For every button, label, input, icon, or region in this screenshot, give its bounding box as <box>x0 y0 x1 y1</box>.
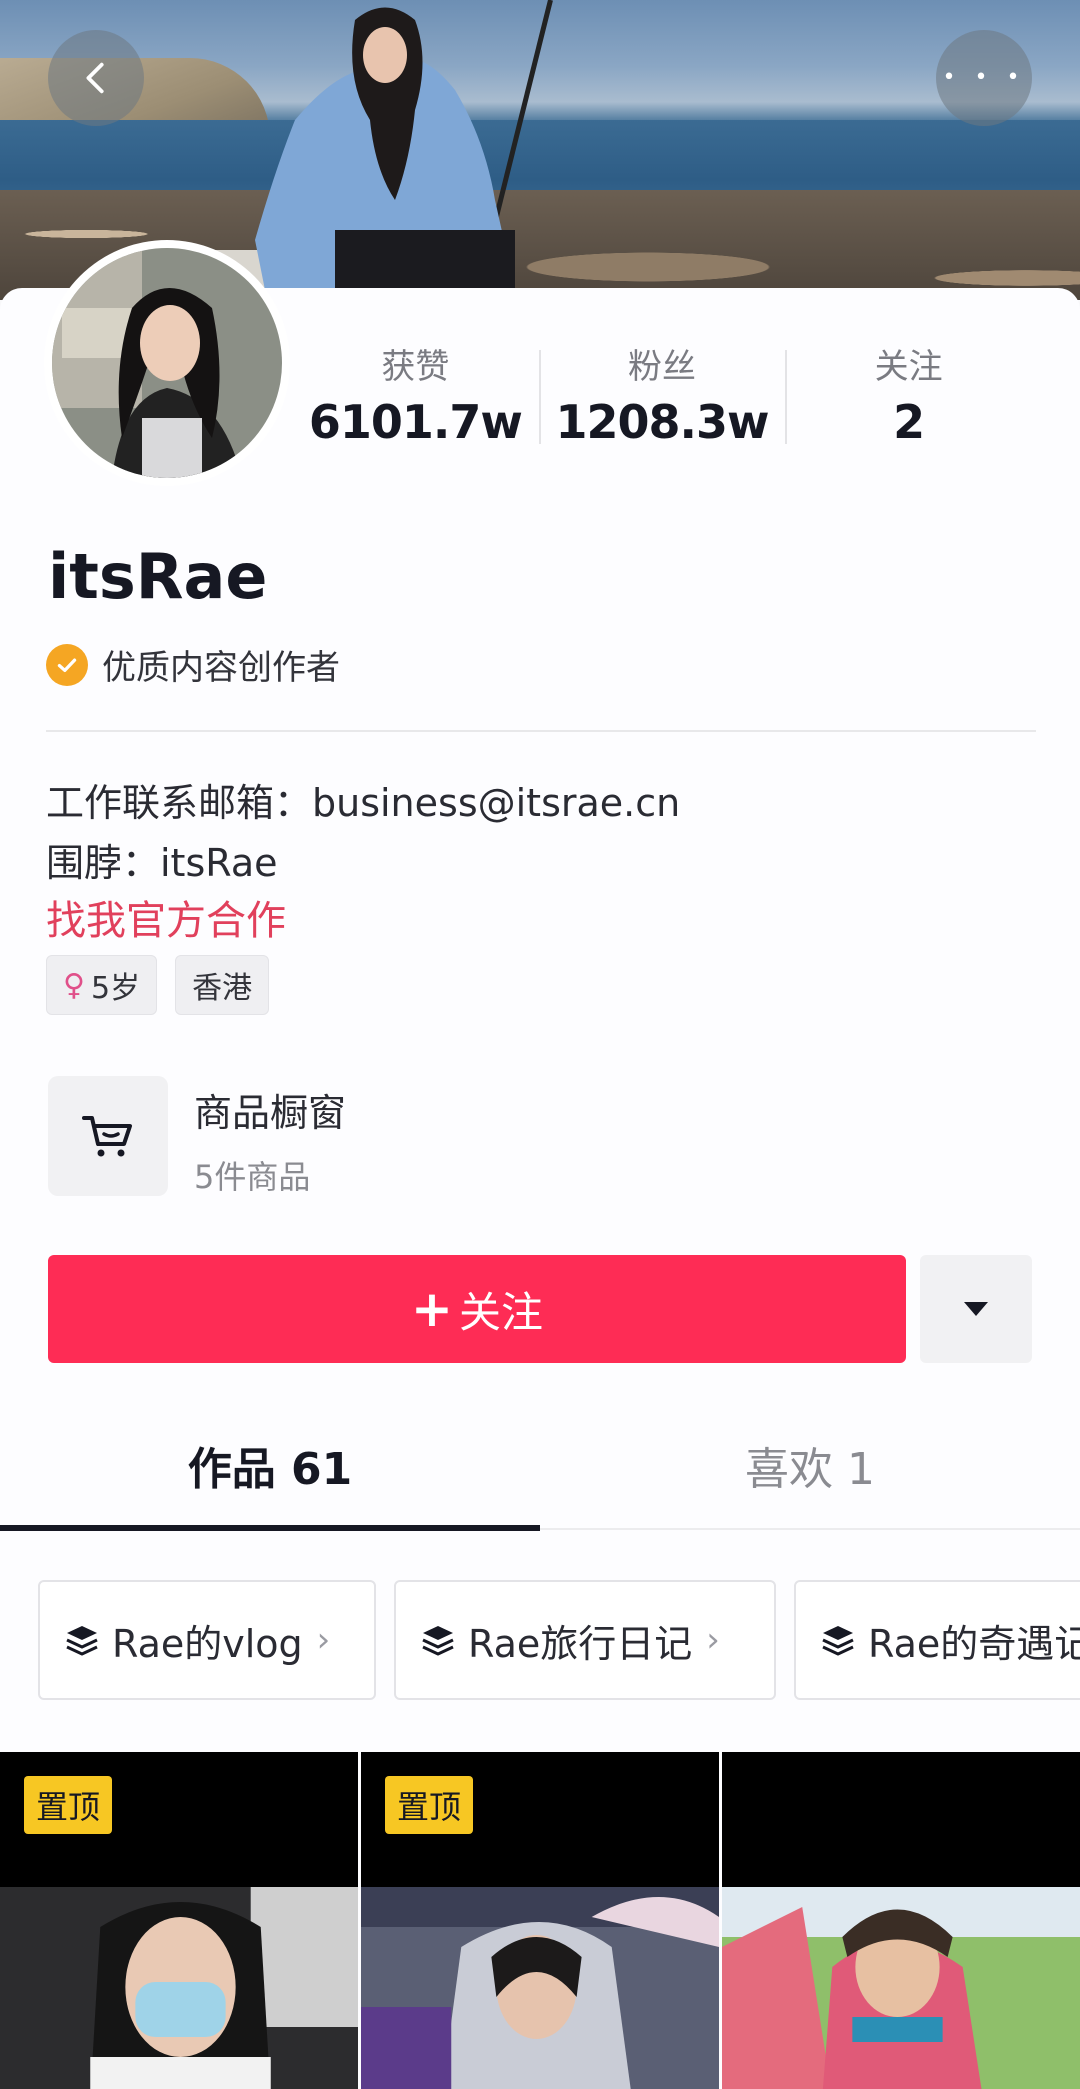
chevron-right-icon: › <box>316 1620 331 1660</box>
creator-badge[interactable]: 优质内容创作者 <box>46 640 340 689</box>
follow-button-label: 关注 <box>458 1287 543 1337</box>
profile-name: itsRae <box>48 540 268 613</box>
collections-row: Rae的vlog › Rae旅行日记 › Rae的奇遇记 <box>38 1580 1080 1700</box>
shop-window-title[interactable]: 商品橱窗 <box>194 1082 346 1137</box>
shop-window-count: 5件商品 <box>194 1158 311 1196</box>
bio-email: 工作联系邮箱：business@itsrae.cn <box>46 781 681 825</box>
tab-likes[interactable]: 喜欢 1 <box>540 1420 1080 1528</box>
creator-badge-label: 优质内容创作者 <box>102 648 340 688</box>
video-grid: 置顶 置顶 <box>0 1752 1080 2089</box>
collection-label: Rae的vlog <box>112 1621 303 1666</box>
stat-followers[interactable]: 粉丝 1208.3w <box>538 342 786 462</box>
stat-following-value: 2 <box>893 395 925 449</box>
location-tag: 香港 <box>175 955 270 1015</box>
plus-icon: + <box>411 1280 453 1338</box>
stats-bar: 获赞 6101.7w 粉丝 1208.3w 关注 2 <box>292 342 1032 462</box>
cooperation-link[interactable]: 找我官方合作 <box>46 888 286 946</box>
stat-likes[interactable]: 获赞 6101.7w <box>292 342 539 462</box>
age-tag: ♀ 5岁 <box>46 955 158 1015</box>
layers-icon <box>422 1626 454 1656</box>
stat-likes-label: 获赞 <box>381 347 450 387</box>
stat-followers-value: 1208.3w <box>555 395 770 449</box>
collection-label: Rae的奇遇记 <box>868 1621 1080 1666</box>
collection-label: Rae旅行日记 <box>468 1621 693 1666</box>
video-thumbnail[interactable]: 置顶 <box>361 1752 719 2089</box>
avatar-photo <box>52 248 282 478</box>
layers-icon <box>822 1626 854 1656</box>
collection-rae-adventures[interactable]: Rae的奇遇记 <box>794 1580 1080 1700</box>
stat-likes-value: 6101.7w <box>308 395 523 449</box>
cover-person <box>255 7 515 290</box>
shop-window-icon-box[interactable] <box>48 1076 168 1196</box>
triangle-down-icon <box>964 1302 988 1316</box>
verified-check-icon <box>46 643 88 686</box>
chevron-right-icon: › <box>706 1620 720 1660</box>
content-tabs: 作品 61 喜欢 1 <box>0 1420 1080 1531</box>
video-thumbnail-image <box>361 1887 719 2089</box>
collection-rae-vlog[interactable]: Rae的vlog › <box>38 1580 376 1700</box>
collection-rae-travel[interactable]: Rae旅行日记 › <box>394 1580 776 1700</box>
female-icon: ♀ <box>63 967 85 1003</box>
bio-weibo: 围脖：itsRae <box>46 841 278 885</box>
video-thumbnail-image <box>0 1887 358 2089</box>
back-button[interactable] <box>48 30 144 126</box>
age-tag-label: 5岁 <box>90 971 141 1006</box>
profile-tags: ♀ 5岁 香港 <box>46 955 270 1015</box>
avatar[interactable] <box>44 240 290 486</box>
video-thumbnail-image <box>722 1887 1080 2089</box>
video-thumbnail[interactable]: 置顶 <box>0 1752 358 2089</box>
more-dots-icon: • • • <box>942 65 1026 90</box>
pinned-badge: 置顶 <box>24 1776 113 1834</box>
recommend-dropdown-button[interactable] <box>920 1255 1032 1363</box>
pinned-badge: 置顶 <box>385 1776 474 1834</box>
shopping-cart-icon <box>82 1116 132 1157</box>
layers-icon <box>66 1626 98 1656</box>
divider <box>46 730 1036 732</box>
stat-following[interactable]: 关注 2 <box>785 342 1032 462</box>
chevron-left-icon <box>86 62 104 94</box>
stat-followers-label: 粉丝 <box>628 347 696 387</box>
follow-button[interactable]: + 关注 <box>48 1255 906 1363</box>
video-thumbnail[interactable] <box>722 1752 1080 2089</box>
more-options-button[interactable]: • • • <box>936 30 1032 126</box>
location-tag-label: 香港 <box>192 971 253 1006</box>
stat-following-label: 关注 <box>874 347 943 387</box>
tab-works[interactable]: 作品 61 <box>0 1420 540 1531</box>
